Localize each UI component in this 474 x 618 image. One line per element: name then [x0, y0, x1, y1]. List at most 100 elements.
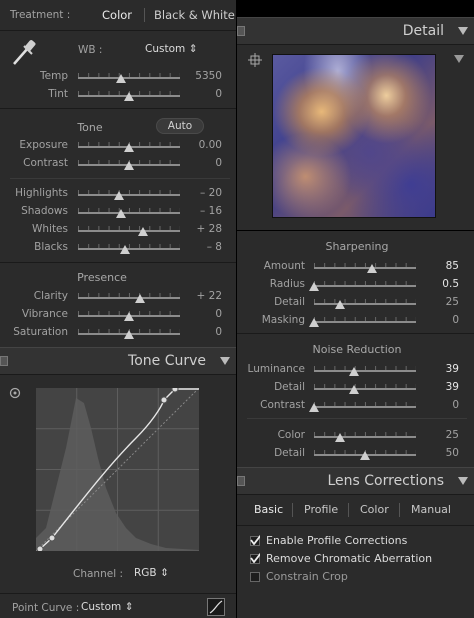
slider-thumb-color[interactable] [334, 433, 345, 442]
tab-manual[interactable]: Manual [411, 503, 451, 516]
collapse-triangle-icon[interactable] [458, 477, 468, 485]
slider-track-clarity[interactable] [78, 297, 180, 299]
slider-label-shadows: Shadows [21, 205, 68, 217]
edit-point-curve-icon[interactable] [207, 598, 225, 616]
preview-toggle-icon[interactable] [454, 55, 464, 63]
detail-header[interactable]: Detail [237, 17, 474, 45]
slider-track-amount[interactable] [314, 267, 416, 269]
slider-label-color: Color [277, 429, 305, 441]
checkbox-remove-chromatic-aberration[interactable] [250, 553, 260, 564]
slider-value-detail[interactable]: 39 [409, 381, 459, 393]
tab-basic[interactable]: Basic [254, 503, 283, 516]
slider-thumb-highlights[interactable] [113, 191, 124, 200]
slider-track-highlights[interactable] [78, 194, 180, 196]
slider-thumb-radius[interactable] [309, 282, 319, 291]
slider-label-detail: Detail [274, 296, 305, 308]
divider [237, 525, 474, 526]
panel-switch-icon[interactable] [237, 26, 245, 36]
slider-value-tint[interactable]: 0 [172, 88, 222, 100]
slider-value-clarity[interactable]: + 22 [172, 290, 223, 302]
checkbox-label-remove-chromatic-aberration[interactable]: Remove Chromatic Aberration [266, 552, 432, 565]
slider-track-masking[interactable] [314, 321, 416, 323]
wb-dropdown[interactable]: Custom ⇕ [145, 43, 197, 55]
slider-track-shadows[interactable] [78, 212, 180, 214]
slider-value-amount[interactable]: 85 [409, 260, 459, 272]
divider [0, 30, 236, 31]
slider-thumb-detail[interactable] [348, 385, 359, 394]
slider-track-detail[interactable] [314, 303, 416, 305]
slider-thumb-vibrance[interactable] [124, 312, 134, 321]
checkbox-constrain-crop[interactable] [250, 572, 260, 582]
slider-label-amount: Amount [263, 260, 305, 272]
slider-track-color[interactable] [314, 436, 416, 438]
slider-thumb-contrast[interactable] [124, 161, 134, 170]
slider-track-whites[interactable] [78, 230, 180, 232]
slider-value-masking[interactable]: 0 [409, 314, 459, 326]
slider-value-contrast[interactable]: 0 [409, 399, 459, 411]
slider-value-whites[interactable]: + 28 [172, 223, 223, 235]
panel-switch-icon[interactable] [237, 476, 245, 486]
divider [0, 108, 236, 109]
slider-value-detail[interactable]: 25 [409, 296, 459, 308]
tab-profile[interactable]: Profile [304, 503, 338, 516]
slider-value-color[interactable]: 25 [409, 429, 459, 441]
slider-value-vibrance[interactable]: 0 [172, 308, 222, 320]
slider-value-contrast[interactable]: 0 [172, 157, 222, 169]
lens-corrections-title: Lens Corrections [327, 473, 444, 489]
treatment-bw-option[interactable]: Black & White [154, 8, 235, 22]
slider-thumb-amount[interactable] [367, 264, 378, 273]
slider-value-highlights[interactable]: – 20 [172, 187, 222, 199]
checkbox-enable-profile-corrections[interactable] [250, 535, 260, 546]
detail-preview-area [237, 45, 474, 230]
presence-heading: Presence [77, 271, 127, 284]
wb-label: WB : [78, 44, 103, 56]
slider-track-luminance[interactable] [314, 370, 416, 372]
slider-label-masking: Masking [261, 314, 305, 326]
slider-thumb-blacks[interactable] [119, 245, 130, 254]
collapse-triangle-icon[interactable] [220, 357, 230, 365]
slider-value-detail[interactable]: 50 [409, 447, 459, 459]
slider-value-exposure[interactable]: 0.00 [172, 139, 222, 151]
detail-preview-image [272, 54, 436, 218]
checkbox-label-constrain-crop[interactable]: Constrain Crop [266, 570, 348, 583]
tone-curve-header[interactable]: Tone Curve [0, 347, 236, 375]
tone-curve-graph[interactable] [36, 388, 199, 551]
slider-thumb-clarity[interactable] [135, 294, 146, 303]
slider-value-saturation[interactable]: 0 [172, 326, 222, 338]
slider-value-luminance[interactable]: 39 [409, 363, 459, 375]
point-curve-dropdown[interactable]: Custom ⇕ [81, 601, 133, 613]
checkbox-label-enable-profile-corrections[interactable]: Enable Profile Corrections [266, 534, 407, 547]
tab-color[interactable]: Color [360, 503, 389, 516]
slider-value-temp[interactable]: 5350 [172, 70, 222, 82]
treatment-color-option[interactable]: Color [102, 8, 132, 22]
slider-label-tint: Tint [48, 88, 68, 100]
slider-thumb-masking[interactable] [309, 318, 319, 327]
slider-thumb-exposure[interactable] [124, 143, 134, 152]
slider-thumb-detail[interactable] [360, 451, 370, 460]
collapse-triangle-icon[interactable] [458, 27, 468, 35]
slider-thumb-detail[interactable] [334, 300, 345, 309]
target-adjustment-icon[interactable] [9, 387, 21, 399]
treatment-divider [144, 8, 145, 22]
slider-thumb-contrast[interactable] [309, 403, 319, 412]
slider-track-temp[interactable] [78, 77, 180, 79]
checkmark-icon [250, 535, 260, 545]
slider-thumb-whites[interactable] [138, 227, 149, 236]
slider-thumb-luminance[interactable] [348, 367, 359, 376]
slider-track-detail[interactable] [314, 388, 416, 390]
auto-button[interactable]: Auto [156, 118, 204, 134]
channel-dropdown[interactable]: RGB ⇕ [134, 567, 169, 579]
slider-value-shadows[interactable]: – 16 [172, 205, 222, 217]
slider-value-radius[interactable]: 0.5 [409, 278, 459, 290]
crosshair-icon[interactable] [248, 53, 262, 67]
slider-value-blacks[interactable]: – 8 [172, 241, 222, 253]
slider-thumb-tint[interactable] [124, 92, 134, 101]
panel-switch-icon[interactable] [0, 356, 8, 366]
slider-thumb-temp[interactable] [115, 74, 126, 83]
eyedropper-icon[interactable] [10, 36, 40, 68]
lens-corrections-header[interactable]: Lens Corrections [237, 467, 474, 495]
slider-track-radius[interactable] [314, 285, 416, 287]
slider-thumb-shadows[interactable] [115, 209, 126, 218]
slider-thumb-saturation[interactable] [124, 330, 134, 339]
slider-track-contrast[interactable] [314, 406, 416, 408]
